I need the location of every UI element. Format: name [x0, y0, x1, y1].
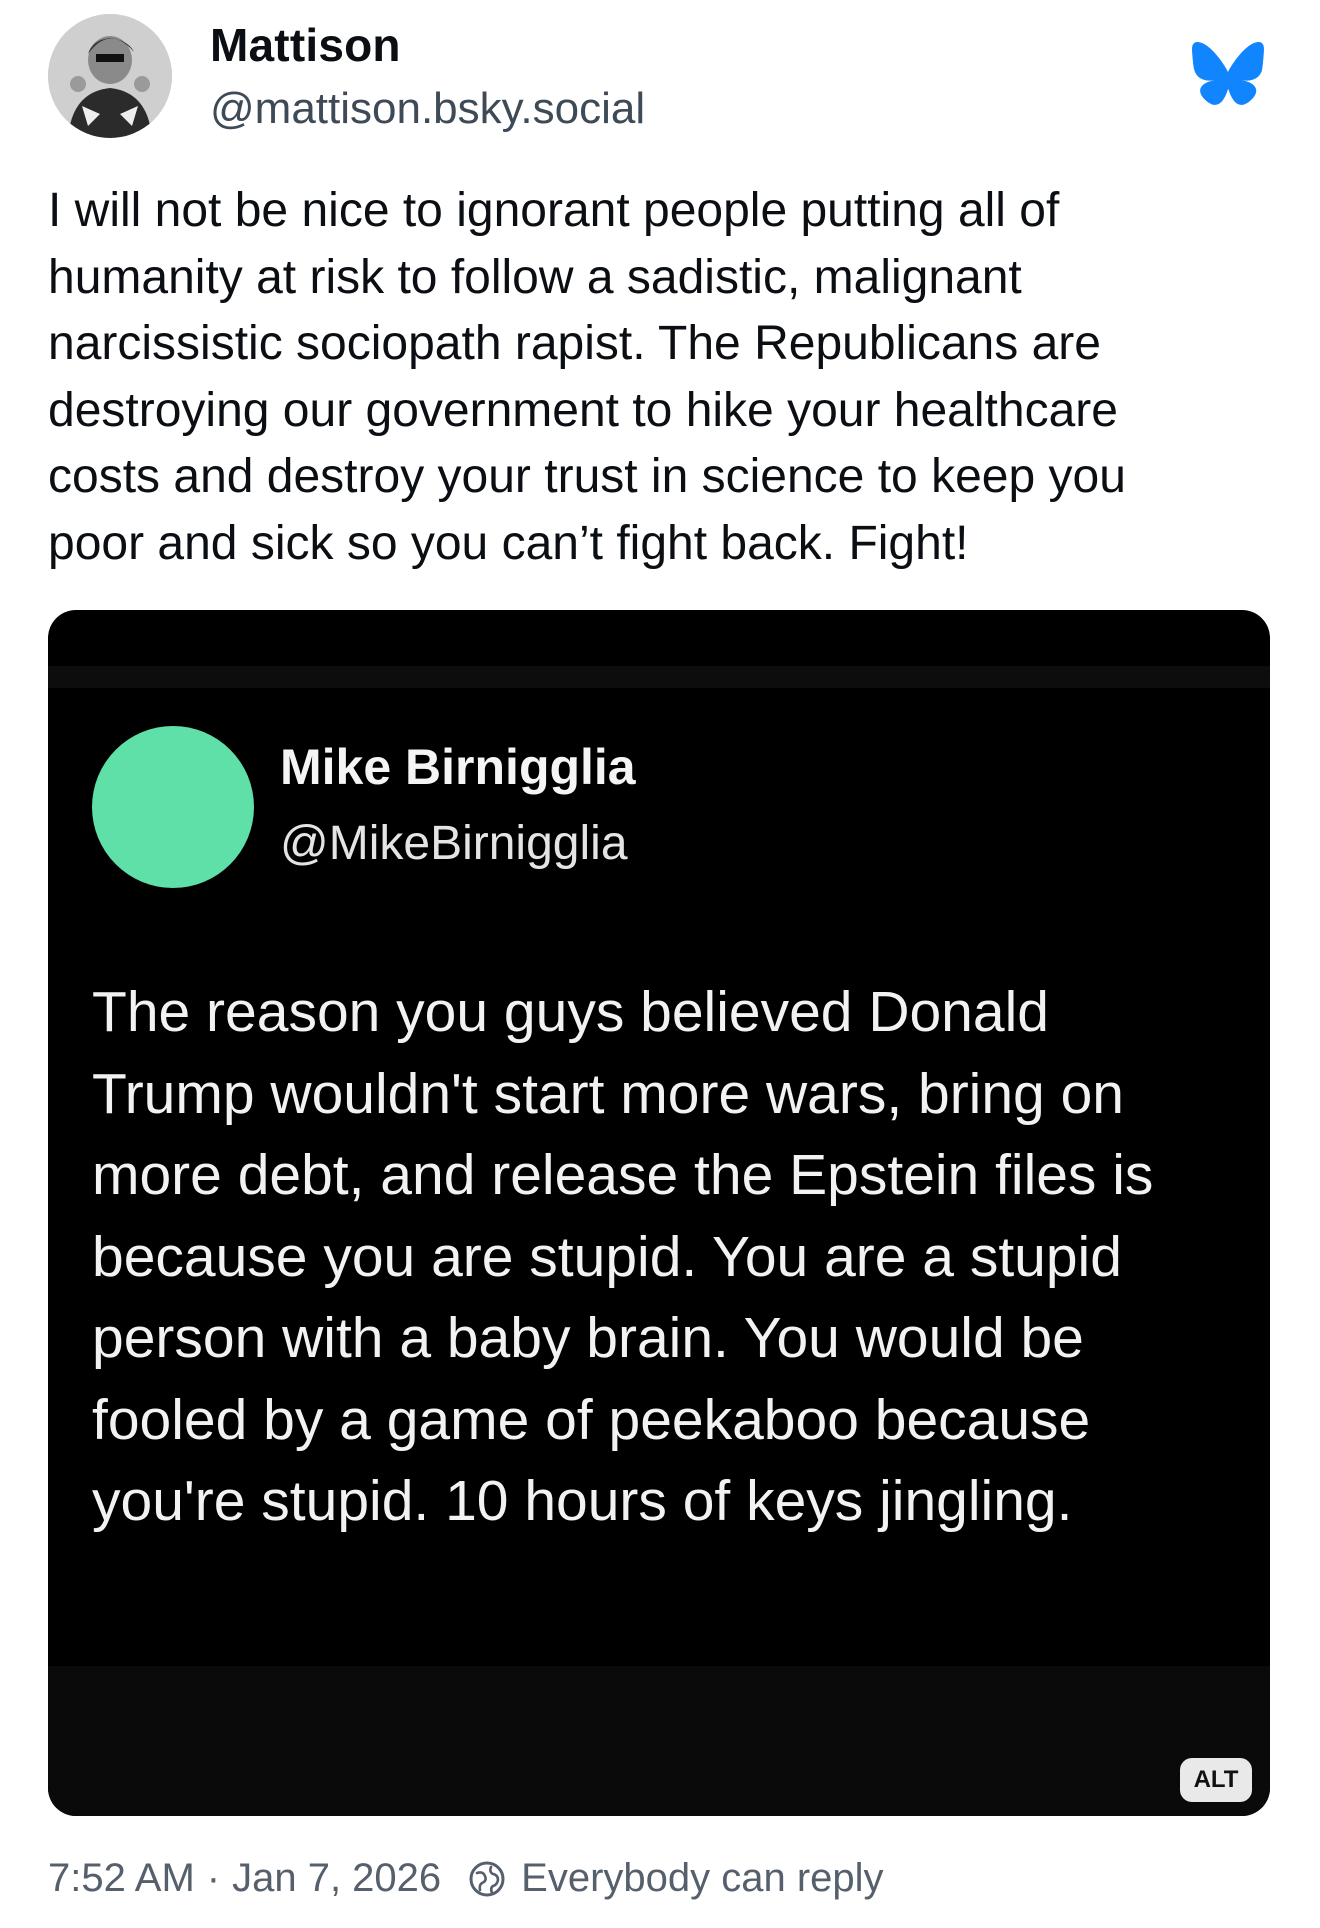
post-text-line: poor and sick so you can’t fight back. F… — [48, 516, 969, 570]
embedded-text-line: The reason you guys believed Donald — [92, 980, 1049, 1044]
post-text-line: costs and destroy your trust in science … — [48, 450, 1126, 503]
image-band — [48, 666, 1270, 688]
embedded-text: The reason you guys believed Donald Trum… — [92, 972, 1252, 1543]
embedded-text-line: fooled by a game of peekaboo because — [92, 1387, 1091, 1452]
author-handle[interactable]: @mattison.bsky.social — [210, 84, 645, 134]
separator: · — [206, 1856, 221, 1900]
post-text-line: narcissistic sociopath rapist. The Repub… — [48, 317, 1101, 370]
alt-text-button[interactable]: ALT — [1180, 1758, 1252, 1802]
embedded-text-line: Trump wouldn't start more wars, bring on — [92, 1061, 1124, 1126]
embedded-image[interactable]: Mike Birnigglia @MikeBirnigglia The reas… — [48, 610, 1270, 1816]
image-bottom-band — [48, 1666, 1270, 1816]
post-text-line: I will not be nice to ignorant people pu… — [48, 184, 1060, 237]
post-footer: 7:52 AM · Jan 7, 2026 Everybody can repl… — [48, 1856, 884, 1901]
bluesky-butterfly-icon — [1192, 42, 1264, 106]
embedded-author-handle: @MikeBirnigglia — [280, 817, 628, 870]
embedded-text-line: you're stupid. 10 hours of keys jingling… — [92, 1469, 1073, 1533]
reply-setting[interactable]: Everybody can reply — [521, 1856, 883, 1901]
embedded-avatar — [92, 726, 254, 888]
post-date[interactable]: Jan 7, 2026 — [232, 1856, 441, 1901]
embedded-text-line: because you are stupid. You are a stupid — [92, 1224, 1122, 1289]
globe-icon — [467, 1859, 507, 1899]
embedded-text-line: person with a baby brain. You would be — [92, 1306, 1084, 1370]
post-text: I will not be nice to ignorant people pu… — [48, 178, 1288, 577]
post-text-line: destroying our government to hike your h… — [48, 383, 1118, 437]
post-time[interactable]: 7:52 AM — [48, 1856, 195, 1901]
embedded-author-name: Mike Birnigglia — [280, 739, 636, 795]
embedded-text-line: more debt, and release the Epstein files… — [92, 1143, 1154, 1207]
post-text-line: humanity at risk to follow a sadistic, m… — [48, 250, 1022, 304]
post-card: Mattison @mattison.bsky.social I will no… — [0, 0, 1320, 1928]
author-display-name[interactable]: Mattison — [210, 18, 401, 72]
author-avatar[interactable] — [48, 14, 172, 138]
